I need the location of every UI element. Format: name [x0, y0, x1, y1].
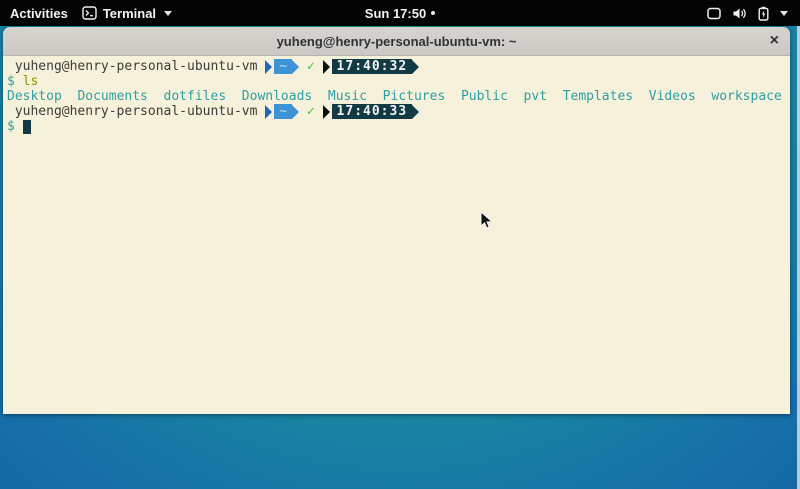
prompt-cwd: ~	[274, 59, 292, 74]
powerline-arrow-icon	[265, 60, 272, 74]
ls-output-line: Desktop Documents dotfiles Downloads Music Pi…	[7, 89, 786, 104]
activities-label: Activities	[10, 6, 68, 21]
desktop: Activities Terminal Sun 17:50	[0, 0, 800, 489]
text-cursor	[23, 120, 31, 134]
prompt-cwd: ~	[274, 104, 292, 119]
top-bar: Activities Terminal Sun 17:50	[0, 0, 800, 26]
powerline-cwd-segment: ~	[265, 59, 299, 74]
ls-dir-item: dotfiles	[164, 89, 227, 104]
screen-icon	[707, 7, 721, 20]
powerline-arrow-icon	[412, 60, 419, 74]
status-check-icon: ✓	[307, 59, 315, 74]
powerline-time-segment: 17:40:32	[323, 59, 420, 74]
prompt-line: yuheng@henry-personal-ubuntu-vm ~ ✓ 17:4…	[7, 104, 786, 119]
battery-charging-icon	[758, 6, 769, 21]
ls-dir-item: Desktop	[7, 89, 62, 104]
powerline-arrow-icon	[323, 105, 330, 119]
powerline-arrow-icon	[292, 105, 299, 119]
app-menu[interactable]: Terminal	[82, 6, 172, 21]
powerline-arrow-icon	[412, 105, 419, 119]
ls-dir-item: Downloads	[242, 89, 312, 104]
chevron-down-icon	[780, 11, 788, 16]
ls-dir-item: Documents	[77, 89, 147, 104]
ls-dir-item: Pictures	[383, 89, 446, 104]
powerline-arrow-icon	[292, 60, 299, 74]
powerline-time-segment: 17:40:33	[323, 104, 420, 119]
ls-dir-item: pvt	[524, 89, 547, 104]
powerline-arrow-icon	[265, 105, 272, 119]
ls-dir-item: workspace	[711, 89, 781, 104]
prompt-user: yuheng@henry-personal-ubuntu-vm	[15, 59, 258, 74]
powerline-cwd-segment: ~	[265, 104, 299, 119]
prompt-line: yuheng@henry-personal-ubuntu-vm ~ ✓ 17:4…	[7, 59, 786, 74]
ls-dir-item: Templates	[563, 89, 633, 104]
status-check-icon: ✓	[307, 104, 315, 119]
ls-dir-item: Music	[328, 89, 367, 104]
terminal-window: yuheng@henry-personal-ubuntu-vm: ~ × yuh…	[3, 27, 790, 414]
app-menu-label: Terminal	[103, 6, 156, 21]
clock-label: Sun 17:50	[365, 6, 426, 21]
window-titlebar[interactable]: yuheng@henry-personal-ubuntu-vm: ~ ×	[3, 27, 790, 56]
prompt-symbol: $	[7, 74, 15, 89]
system-tray[interactable]	[707, 0, 792, 26]
command-line: $ ls	[7, 74, 786, 89]
prompt-time: 17:40:32	[332, 59, 413, 74]
command-text: ls	[23, 74, 39, 89]
prompt-user: yuheng@henry-personal-ubuntu-vm	[15, 104, 258, 119]
ls-dir-item: Public	[461, 89, 508, 104]
window-title: yuheng@henry-personal-ubuntu-vm: ~	[277, 34, 517, 49]
close-button[interactable]: ×	[770, 27, 779, 55]
activities-button[interactable]: Activities	[10, 6, 68, 21]
powerline-arrow-icon	[323, 60, 330, 74]
prompt-time: 17:40:33	[332, 104, 413, 119]
notification-dot-icon	[431, 11, 435, 15]
command-line-current: $	[7, 119, 786, 134]
prompt-symbol: $	[7, 119, 15, 134]
terminal-screen[interactable]: yuheng@henry-personal-ubuntu-vm ~ ✓ 17:4…	[3, 56, 790, 414]
chevron-down-icon	[164, 11, 172, 16]
ls-dir-item: Videos	[649, 89, 696, 104]
terminal-app-icon	[82, 6, 97, 20]
volume-icon	[732, 7, 747, 20]
